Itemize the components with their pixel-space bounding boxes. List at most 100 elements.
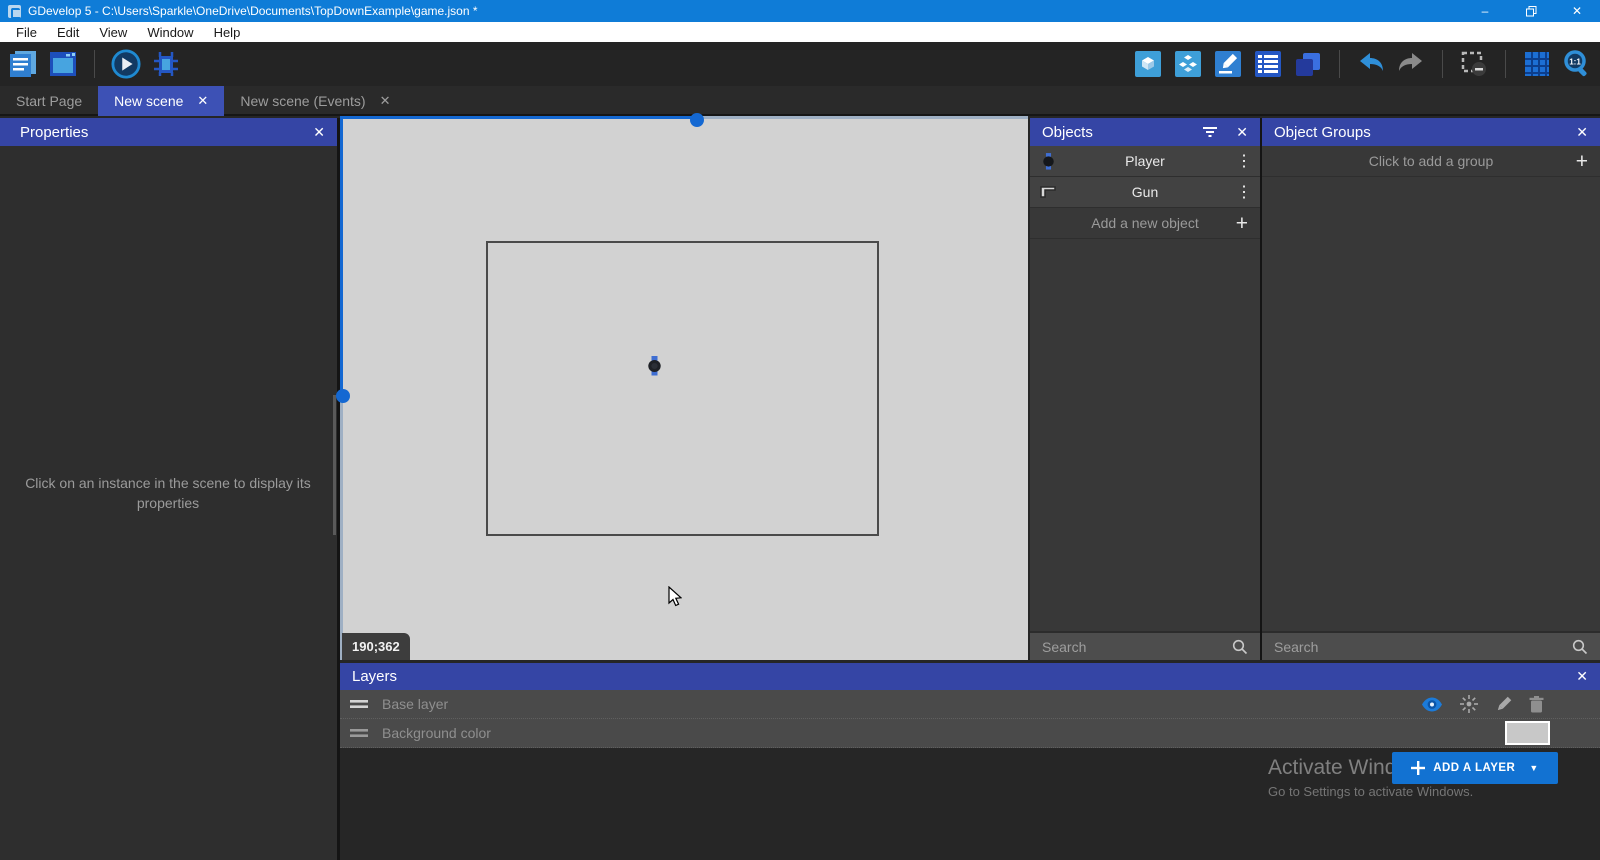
- object-groups-panel: Object Groups ✕ Click to add a group +: [1262, 118, 1600, 660]
- properties-panel: Properties ✕ Click on an instance in the…: [0, 118, 337, 860]
- tab-close-icon[interactable]: ✕: [197, 93, 208, 109]
- toolbar-separator: [1505, 50, 1506, 78]
- tab-new-scene-events[interactable]: New scene (Events) ✕: [224, 86, 406, 116]
- background-color-swatch[interactable]: [1505, 721, 1550, 745]
- zoom-original-button[interactable]: 1:1: [1562, 49, 1592, 79]
- canvas-vscrollbar-fill: [340, 116, 343, 396]
- toolbar-separator: [1442, 50, 1443, 78]
- chevron-down-icon[interactable]: ▼: [1529, 763, 1538, 773]
- groups-search-bar: [1262, 631, 1600, 660]
- cursor-coordinates-badge: 190;362: [342, 633, 410, 660]
- add-object-label: Add a new object: [1030, 215, 1260, 231]
- close-icon[interactable]: ✕: [1576, 668, 1588, 685]
- objects-search-input[interactable]: [1042, 639, 1232, 655]
- menu-file[interactable]: File: [6, 22, 47, 42]
- deselect-all-button[interactable]: [1459, 49, 1489, 79]
- objects-panel: Objects ✕ Player ⋮ Gun ⋮ Add a new objec…: [1030, 118, 1260, 660]
- add-new-object-row[interactable]: Add a new object +: [1030, 208, 1260, 239]
- visibility-eye-icon[interactable]: [1421, 697, 1443, 712]
- deselect-icon: [1460, 50, 1488, 78]
- tab-close-icon[interactable]: ✕: [380, 93, 391, 109]
- redo-button[interactable]: [1396, 49, 1426, 79]
- layers-panel: Layers ✕ Base layer: [340, 663, 1600, 860]
- object-groups-icon: [1174, 50, 1202, 78]
- grid-icon: [1523, 50, 1551, 78]
- layer-name: Background color: [382, 725, 491, 741]
- preview-window-button[interactable]: [48, 49, 78, 79]
- redo-icon: [1397, 50, 1425, 78]
- drag-handle-icon[interactable]: [350, 699, 368, 709]
- toggle-layers-panel-button[interactable]: [1293, 49, 1323, 79]
- groups-search-input[interactable]: [1274, 639, 1572, 655]
- search-icon: [1232, 639, 1248, 655]
- close-button[interactable]: ✕: [1554, 0, 1600, 22]
- toggle-object-groups-panel-button[interactable]: [1173, 49, 1203, 79]
- menu-edit[interactable]: Edit: [47, 22, 89, 42]
- window-title: GDevelop 5 - C:\Users\Sparkle\OneDrive\D…: [28, 4, 478, 18]
- object-name: Player: [1030, 153, 1260, 169]
- tab-label: New scene: [114, 93, 183, 109]
- objects-panel-icon: [1134, 50, 1162, 78]
- toggle-properties-panel-button[interactable]: [1213, 49, 1243, 79]
- restore-icon: [1526, 6, 1537, 17]
- restore-button[interactable]: [1508, 0, 1554, 22]
- toolbar-separator: [1339, 50, 1340, 78]
- objects-title: Objects: [1042, 124, 1093, 141]
- close-icon[interactable]: ✕: [1576, 124, 1588, 141]
- edit-layer-pencil-icon[interactable]: [1495, 696, 1512, 713]
- game-window-bounds: [486, 241, 879, 536]
- toggle-grid-button[interactable]: [1522, 49, 1552, 79]
- menu-view[interactable]: View: [89, 22, 137, 42]
- undo-icon: [1357, 50, 1385, 78]
- tab-start-page[interactable]: Start Page: [0, 86, 98, 116]
- close-icon[interactable]: ✕: [313, 124, 325, 141]
- menu-window[interactable]: Window: [137, 22, 203, 42]
- player-instance[interactable]: [648, 356, 661, 376]
- drag-handle-icon[interactable]: [350, 728, 368, 738]
- menu-bar: File Edit View Window Help: [0, 22, 1600, 42]
- plus-icon: [1411, 761, 1425, 775]
- filter-icon[interactable]: [1202, 126, 1218, 138]
- layer-list: Base layer: [340, 690, 1600, 748]
- scene-canvas[interactable]: 190;362: [340, 116, 1028, 660]
- close-icon[interactable]: ✕: [1236, 124, 1248, 141]
- search-icon: [1572, 639, 1588, 655]
- title-bar: GDevelop 5 - C:\Users\Sparkle\OneDrive\D…: [0, 0, 1600, 22]
- undo-button[interactable]: [1356, 49, 1386, 79]
- minimize-button[interactable]: –: [1462, 0, 1508, 22]
- layer-effects-icon[interactable]: [1460, 695, 1478, 713]
- project-manager-button[interactable]: [8, 49, 38, 79]
- menu-help[interactable]: Help: [204, 22, 251, 42]
- gdevelop-logo-icon: [8, 5, 21, 18]
- tab-label: New scene (Events): [240, 93, 365, 109]
- canvas-hscrollbar-fill: [340, 116, 697, 119]
- object-row-player[interactable]: Player ⋮: [1030, 146, 1260, 177]
- layer-row-base[interactable]: Base layer: [340, 690, 1600, 719]
- project-manager-icon: [8, 49, 38, 79]
- tab-new-scene[interactable]: New scene ✕: [98, 86, 224, 116]
- add-group-row[interactable]: Click to add a group +: [1262, 146, 1600, 177]
- layer-row-background-color[interactable]: Background color: [340, 719, 1600, 748]
- canvas-vscrollbar-thumb[interactable]: [336, 389, 350, 403]
- delete-layer-trash-icon[interactable]: [1529, 696, 1544, 713]
- canvas-hscrollbar-thumb[interactable]: [690, 113, 704, 127]
- add-a-layer-button[interactable]: ADD A LAYER ▼: [1392, 752, 1558, 784]
- edit-properties-icon: [1214, 50, 1242, 78]
- mouse-cursor: [668, 586, 682, 607]
- properties-title: Properties: [20, 124, 88, 141]
- zoom-1to1-icon: 1:1: [1562, 49, 1592, 79]
- object-row-gun[interactable]: Gun ⋮: [1030, 177, 1260, 208]
- object-groups-panel-header: Object Groups ✕: [1262, 118, 1600, 146]
- toggle-objects-panel-button[interactable]: [1133, 49, 1163, 79]
- layers-title: Layers: [352, 668, 397, 685]
- watermark-line2: Go to Settings to activate Windows.: [1268, 784, 1473, 799]
- layers-panel-icon: [1294, 50, 1322, 78]
- objects-search-bar: [1030, 631, 1260, 660]
- play-preview-button[interactable]: [111, 49, 141, 79]
- properties-empty-message: Click on an instance in the scene to dis…: [18, 473, 318, 513]
- object-name: Gun: [1030, 184, 1260, 200]
- play-icon: [111, 48, 141, 80]
- properties-scrollbar[interactable]: [333, 395, 336, 535]
- debug-button[interactable]: [151, 49, 181, 79]
- toggle-instances-list-button[interactable]: [1253, 49, 1283, 79]
